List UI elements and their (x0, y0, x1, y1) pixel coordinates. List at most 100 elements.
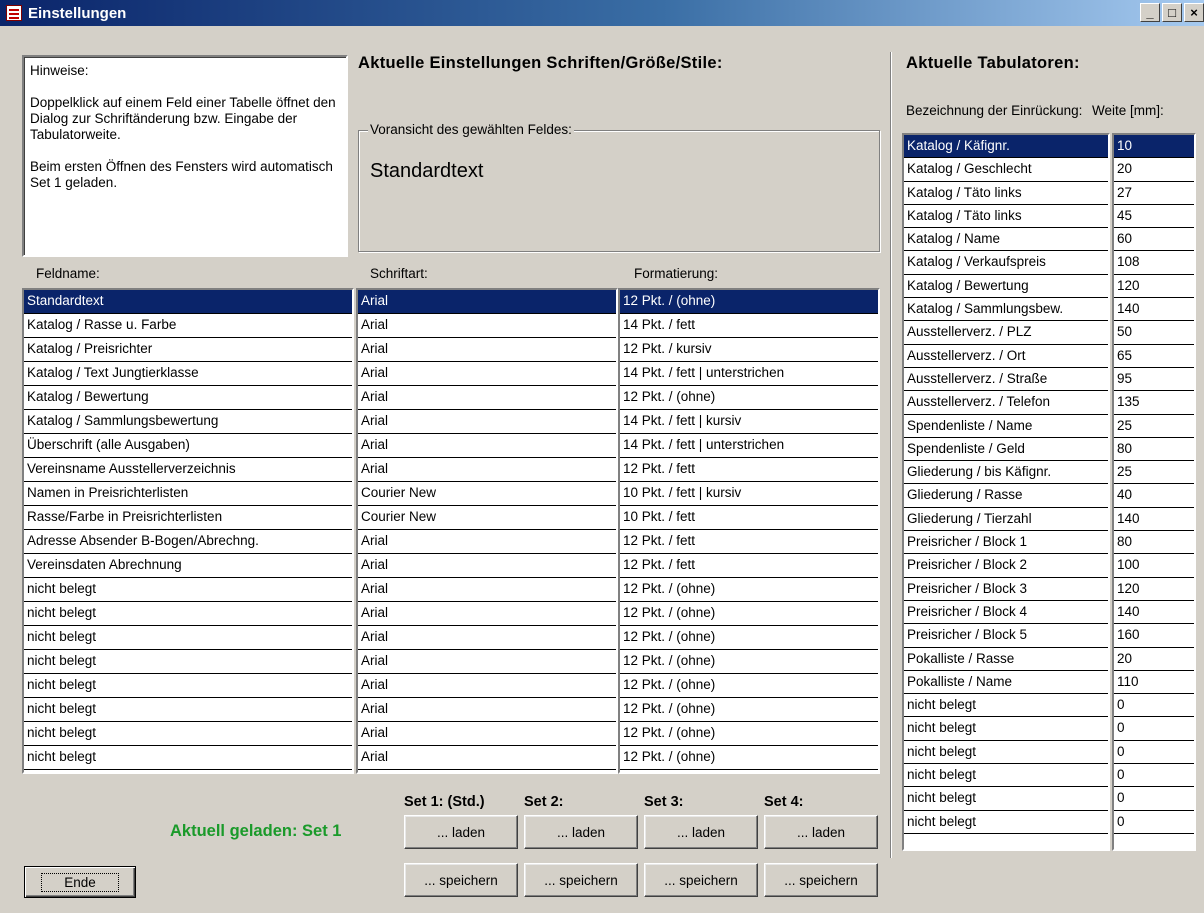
formatierung-cell[interactable]: 14 Pkt. / fett | unterstrichen (620, 434, 878, 458)
feldname-cell[interactable]: Adresse Absender B-Bogen/Abrechng. (24, 530, 352, 554)
schriftart-cell[interactable]: Arial (358, 290, 616, 314)
schriftart-cell[interactable]: Courier New (358, 482, 616, 506)
tab-width-cell[interactable]: 120 (1114, 275, 1194, 299)
tab-name-cell[interactable]: Katalog / Täto links (904, 205, 1108, 229)
tab-name-cell[interactable]: Ausstellerverz. / Straße (904, 368, 1108, 392)
tab-name-cell[interactable]: nicht belegt (904, 694, 1108, 718)
formatierung-cell[interactable]: 12 Pkt. / (ohne) (620, 650, 878, 674)
tab-name-cell[interactable]: Ausstellerverz. / Ort (904, 345, 1108, 368)
tab-width-cell[interactable]: 108 (1114, 251, 1194, 275)
tab-width-cell[interactable]: 50 (1114, 321, 1194, 345)
formatierung-cell[interactable]: 14 Pkt. / fett (620, 314, 878, 338)
formatierung-table[interactable]: 12 Pkt. / (ohne) 14 Pkt. / fett 12 Pkt. / … (618, 288, 880, 774)
tab-name-cell[interactable]: Preisricher / Block 5 (904, 624, 1108, 648)
tab-name-cell[interactable]: Katalog / Name (904, 228, 1108, 252)
formatierung-cell[interactable]: 12 Pkt. / fett (620, 458, 878, 482)
feldname-cell[interactable]: nicht belegt (24, 650, 352, 674)
formatierung-cell[interactable]: 12 Pkt. / (ohne) (620, 698, 878, 722)
schriftart-cell[interactable]: Arial (358, 698, 616, 722)
set4-save-button[interactable]: ... speichern (764, 863, 878, 897)
tab-width-cell[interactable]: 0 (1114, 741, 1194, 765)
tab-width-cell[interactable]: 160 (1114, 624, 1194, 648)
close-button[interactable]: × (1184, 3, 1204, 22)
tab-name-cell[interactable]: Ausstellerverz. / Telefon (904, 391, 1108, 415)
feldname-cell[interactable]: Überschrift (alle Ausgaben) (24, 434, 352, 458)
tab-name-cell[interactable]: nicht belegt (904, 811, 1108, 834)
tab-name-cell[interactable]: nicht belegt (904, 764, 1108, 788)
tab-name-cell[interactable]: Preisricher / Block 1 (904, 531, 1108, 555)
tab-width-cell[interactable]: 135 (1114, 391, 1194, 415)
tab-width-cell[interactable]: 80 (1114, 438, 1194, 462)
formatierung-cell[interactable]: 12 Pkt. / (ohne) (620, 290, 878, 314)
tab-width-cell[interactable]: 65 (1114, 345, 1194, 368)
schriftart-cell[interactable]: Arial (358, 314, 616, 338)
formatierung-cell[interactable]: 14 Pkt. / fett | kursiv (620, 410, 878, 434)
tab-width-cell[interactable]: 0 (1114, 811, 1194, 834)
feldname-cell[interactable]: Katalog / Preisrichter (24, 338, 352, 362)
feldname-table[interactable]: Standardtext Katalog / Rasse u. Farbe Kata… (22, 288, 354, 774)
tab-name-cell[interactable]: nicht belegt (904, 741, 1108, 765)
tab-width-cell[interactable]: 25 (1114, 415, 1194, 438)
set3-load-button[interactable]: ... laden (644, 815, 758, 849)
feldname-cell[interactable]: nicht belegt (24, 626, 352, 650)
set2-save-button[interactable]: ... speichern (524, 863, 638, 897)
tab-name-cell[interactable]: Preisricher / Block 4 (904, 601, 1108, 625)
set2-load-button[interactable]: ... laden (524, 815, 638, 849)
tab-width-cell[interactable]: 120 (1114, 578, 1194, 601)
schriftart-cell[interactable]: Arial (358, 674, 616, 698)
tab-width-cell[interactable]: 0 (1114, 717, 1194, 741)
tab-name-cell[interactable]: Gliederung / Rasse (904, 484, 1108, 508)
tab-name-cell[interactable]: Preisricher / Block 2 (904, 554, 1108, 578)
tab-width-cell[interactable]: 20 (1114, 158, 1194, 182)
formatierung-cell[interactable]: 12 Pkt. / fett (620, 554, 878, 578)
feldname-cell[interactable]: nicht belegt (24, 746, 352, 770)
schriftart-cell[interactable]: Arial (358, 578, 616, 602)
schriftart-cell[interactable]: Arial (358, 602, 616, 626)
tab-width-cell[interactable]: 60 (1114, 228, 1194, 252)
tab-name-cell[interactable]: Pokalliste / Name (904, 671, 1108, 695)
tab-width-cell[interactable]: 0 (1114, 764, 1194, 788)
schriftart-cell[interactable]: Arial (358, 626, 616, 650)
schriftart-cell[interactable]: Arial (358, 554, 616, 578)
formatierung-cell[interactable]: 12 Pkt. / (ohne) (620, 674, 878, 698)
schriftart-cell[interactable]: Arial (358, 362, 616, 386)
tab-name-cell[interactable]: Katalog / Sammlungsbew. (904, 298, 1108, 322)
tab-width-cell[interactable]: 20 (1114, 648, 1194, 671)
schriftart-cell[interactable]: Arial (358, 458, 616, 482)
formatierung-cell[interactable]: 12 Pkt. / kursiv (620, 338, 878, 362)
feldname-cell[interactable]: nicht belegt (24, 578, 352, 602)
feldname-cell[interactable]: nicht belegt (24, 698, 352, 722)
feldname-cell[interactable]: Vereinsdaten Abrechnung (24, 554, 352, 578)
schriftart-cell[interactable]: Arial (358, 530, 616, 554)
schriftart-cell[interactable]: Arial (358, 410, 616, 434)
tab-name-cell[interactable]: Gliederung / Tierzahl (904, 508, 1108, 532)
formatierung-cell[interactable]: 12 Pkt. / (ohne) (620, 722, 878, 746)
feldname-cell[interactable]: Rasse/Farbe in Preisrichterlisten (24, 506, 352, 530)
schriftart-table[interactable]: Arial Arial Arial Arial Arial Arial Arial Arial… (356, 288, 618, 774)
tab-width-cell[interactable]: 0 (1114, 694, 1194, 718)
tab-name-cell[interactable]: Katalog / Täto links (904, 182, 1108, 205)
tab-name-cell[interactable]: Preisricher / Block 3 (904, 578, 1108, 601)
tab-name-cell[interactable]: Pokalliste / Rasse (904, 648, 1108, 671)
set1-load-button[interactable]: ... laden (404, 815, 518, 849)
tab-width-cell[interactable]: 95 (1114, 368, 1194, 392)
tab-width-cell[interactable]: 140 (1114, 601, 1194, 625)
schriftart-cell[interactable]: Arial (358, 386, 616, 410)
schriftart-cell[interactable]: Courier New (358, 506, 616, 530)
end-button[interactable]: Ende (24, 866, 136, 898)
feldname-cell[interactable]: Katalog / Text Jungtierklasse (24, 362, 352, 386)
feldname-cell[interactable]: Vereinsname Ausstellerverzeichnis (24, 458, 352, 482)
tab-width-cell[interactable]: 45 (1114, 205, 1194, 229)
feldname-cell[interactable]: Katalog / Bewertung (24, 386, 352, 410)
feldname-cell[interactable]: Katalog / Rasse u. Farbe (24, 314, 352, 338)
schriftart-cell[interactable]: Arial (358, 434, 616, 458)
formatierung-cell[interactable]: 12 Pkt. / fett (620, 530, 878, 554)
feldname-cell[interactable]: nicht belegt (24, 722, 352, 746)
tab-name-table[interactable]: Katalog / Käfignr. Katalog / Geschlecht Ka… (902, 133, 1110, 851)
schriftart-cell[interactable]: Arial (358, 746, 616, 770)
tab-name-cell[interactable]: Katalog / Käfignr. (904, 135, 1108, 159)
feldname-cell[interactable]: Standardtext (24, 290, 352, 314)
tab-name-cell[interactable]: nicht belegt (904, 717, 1108, 741)
tab-name-cell[interactable]: Spendenliste / Name (904, 415, 1108, 438)
feldname-cell[interactable]: Katalog / Sammlungsbewertung (24, 410, 352, 434)
